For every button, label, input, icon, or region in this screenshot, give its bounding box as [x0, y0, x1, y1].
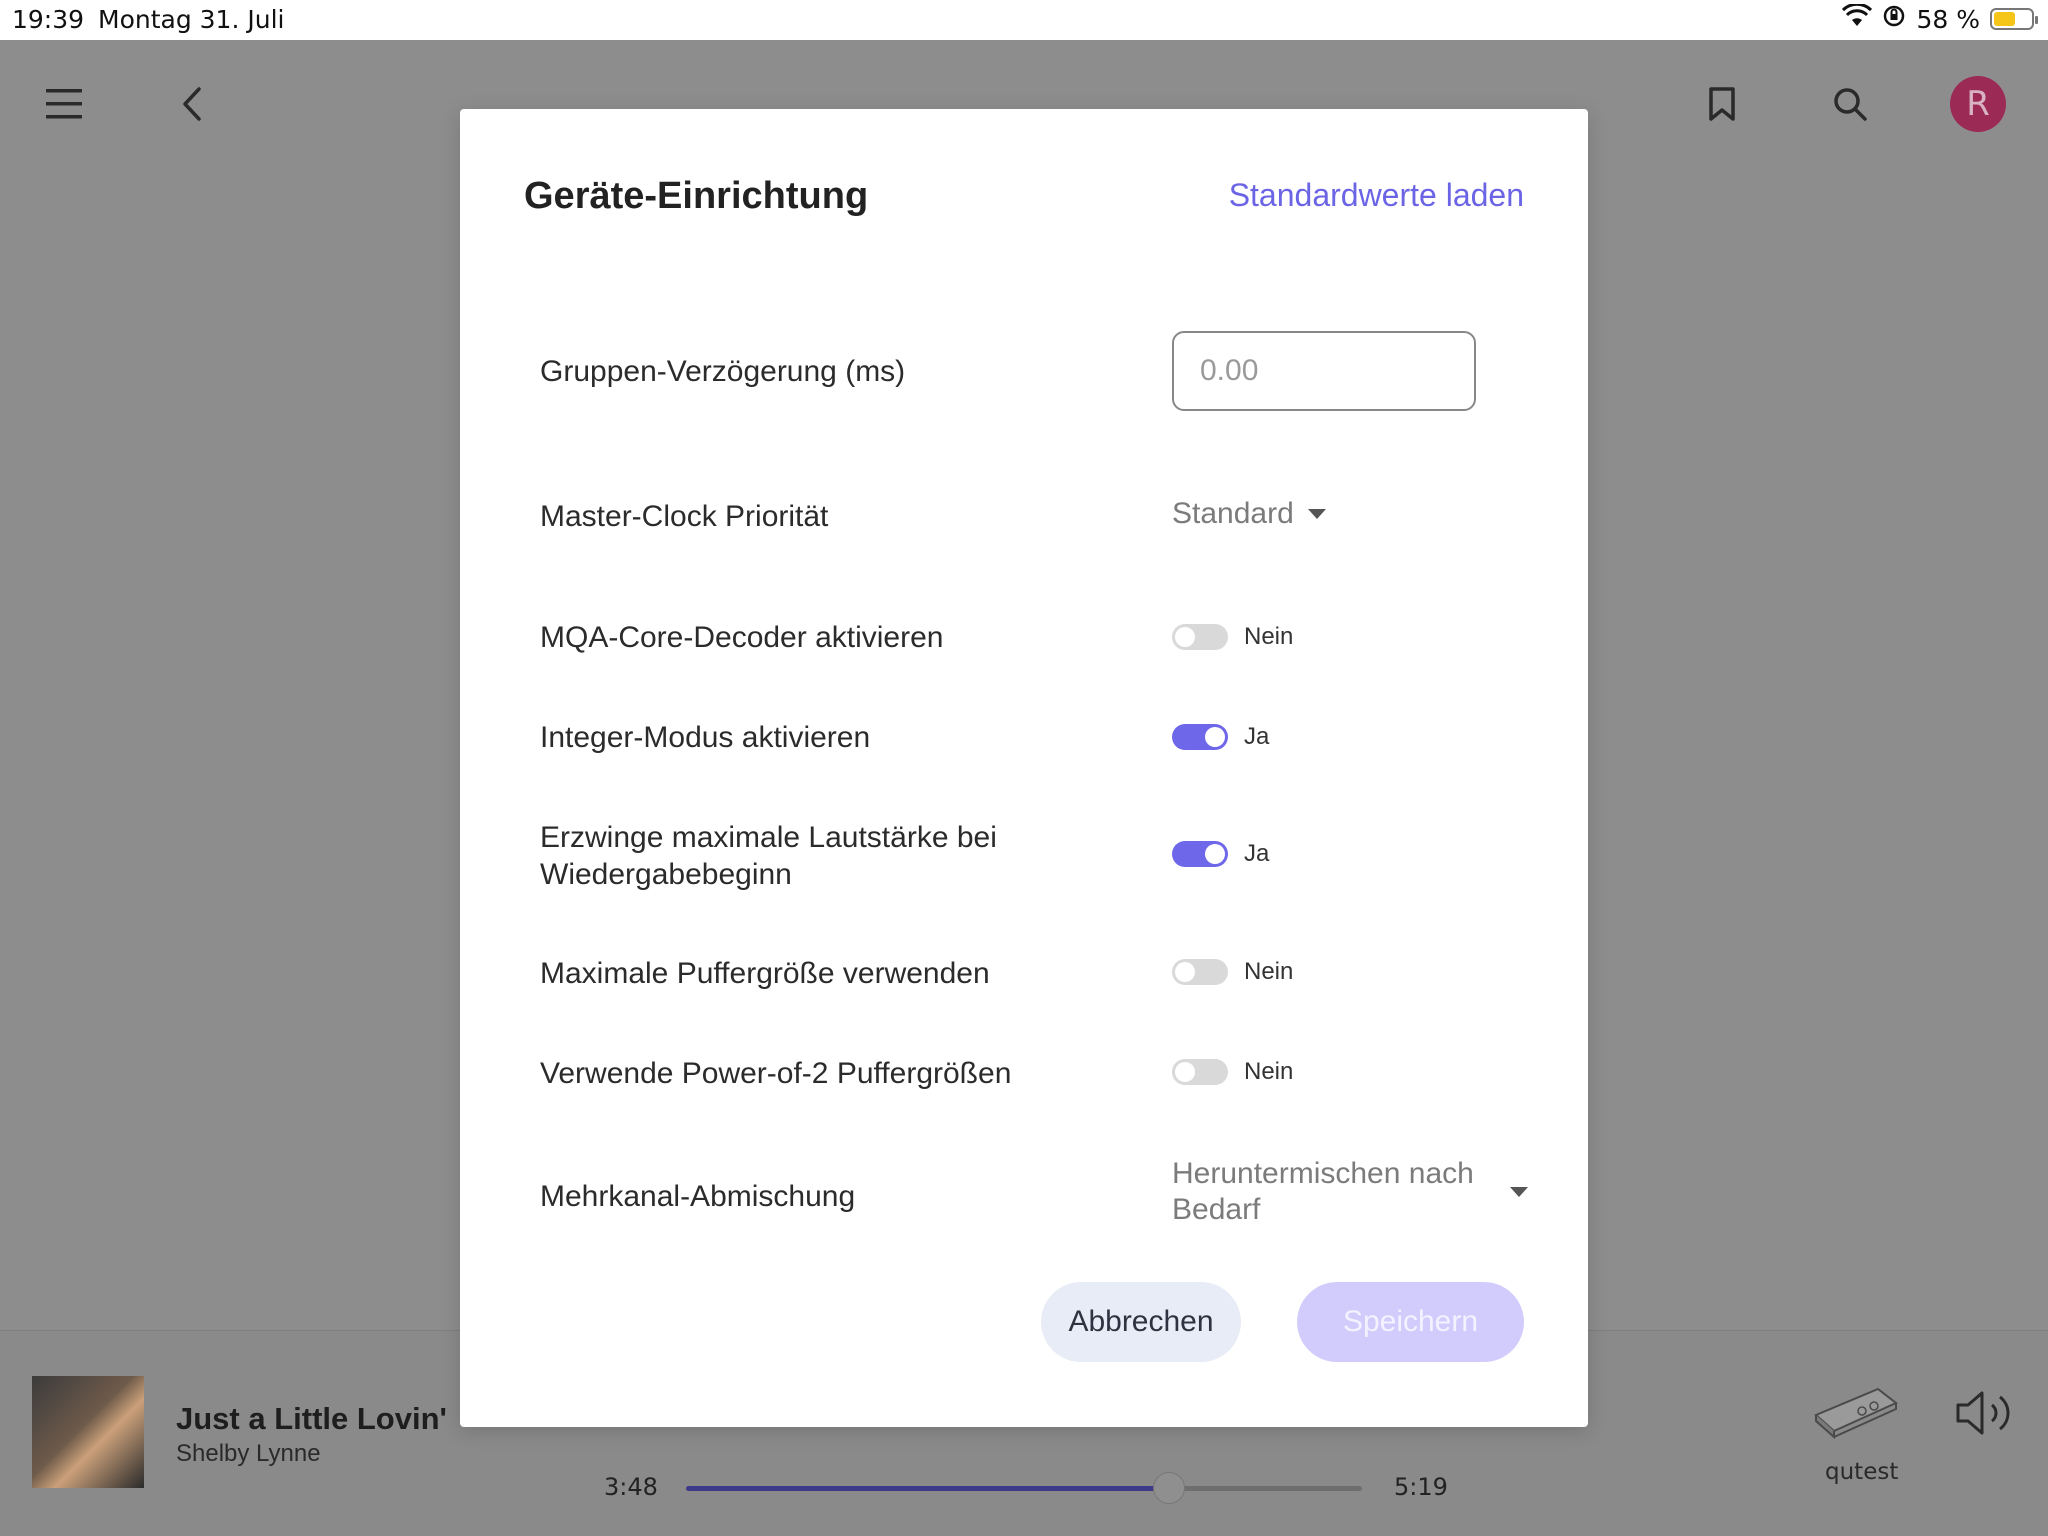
toggle-label-mqa: MQA-Core-Decoder aktivieren	[540, 621, 944, 654]
toggle-label-power-of-2: Verwende Power-of-2 Puffergrößen	[540, 1057, 1012, 1090]
toggle-label-max-volume: Erzwinge maximale Lautstärke bei Wiederg…	[540, 821, 997, 891]
downmix-select[interactable]: Heruntermischen nach Bedarf	[1172, 1156, 1528, 1228]
chevron-down-icon	[1307, 509, 1326, 519]
toggle-knob	[1175, 627, 1195, 647]
battery-icon	[1990, 8, 2038, 30]
toggle-label-integer: Integer-Modus aktivieren	[540, 721, 871, 754]
total-time: 5:19	[1394, 1473, 1448, 1501]
status-date: Montag 31. Juli	[98, 5, 285, 34]
current-time: 3:48	[604, 1473, 658, 1501]
toggle-knob	[1175, 1062, 1195, 1082]
status-time: 19:39	[12, 5, 85, 34]
status-indicators: 58 %	[1842, 2, 2038, 34]
toggle-row-max-buffer: Nein	[1172, 958, 1293, 986]
toggle-row-power-of-2: Nein	[1172, 1058, 1293, 1086]
max-volume-toggle[interactable]	[1172, 841, 1228, 867]
chevron-down-icon	[1510, 1187, 1528, 1197]
max-buffer-toggle[interactable]	[1172, 959, 1228, 985]
toggle-knob	[1205, 844, 1225, 864]
downmix-value: Heruntermischen nach Bedarf	[1172, 1157, 1474, 1226]
master-clock-label: Master-Clock Priorität	[540, 500, 829, 533]
track-title[interactable]: Just a Little Lovin'	[176, 1401, 447, 1437]
downmix-label: Mehrkanal-Abmischung	[540, 1180, 856, 1213]
dac-device-icon[interactable]	[1812, 1381, 1900, 1441]
mqa-decoder-toggle[interactable]	[1172, 624, 1228, 650]
load-defaults-link[interactable]: Standardwerte laden	[1229, 177, 1524, 214]
toggle-state-text: Ja	[1244, 723, 1270, 750]
group-delay-label: Gruppen-Verzögerung (ms)	[540, 355, 906, 388]
toggle-knob	[1205, 727, 1225, 747]
orientation-lock-icon	[1882, 4, 1906, 34]
master-clock-select[interactable]: Standard	[1172, 497, 1326, 531]
progress-fill	[686, 1486, 1169, 1491]
track-artist[interactable]: Shelby Lynne	[176, 1440, 321, 1468]
master-clock-value: Standard	[1172, 497, 1294, 530]
album-cover[interactable]	[32, 1376, 144, 1488]
toggle-row-mqa: Nein	[1172, 623, 1293, 651]
toggle-row-max-volume: Ja	[1172, 840, 1269, 868]
battery-percent: 58 %	[1916, 4, 1980, 34]
toggle-state-text: Nein	[1244, 1058, 1294, 1085]
toggle-label-max-buffer: Maximale Puffergröße verwenden	[540, 957, 990, 990]
cancel-button[interactable]: Abbrechen	[1041, 1282, 1241, 1362]
progress-bar[interactable]	[686, 1472, 1362, 1504]
power-of-2-buffer-toggle[interactable]	[1172, 1059, 1228, 1085]
integer-mode-toggle[interactable]	[1172, 724, 1228, 750]
volume-icon[interactable]	[1954, 1385, 2018, 1441]
progress-handle[interactable]	[1152, 1472, 1185, 1504]
toggle-row-integer: Ja	[1172, 723, 1269, 751]
search-icon[interactable]	[1822, 76, 1878, 132]
device-name[interactable]: qutest	[1825, 1459, 1898, 1485]
group-delay-input[interactable]	[1172, 331, 1476, 411]
back-chevron-icon[interactable]	[164, 76, 220, 132]
toggle-knob	[1175, 962, 1195, 982]
save-button[interactable]: Speichern	[1297, 1282, 1524, 1362]
status-bar: 19:39 Montag 31. Juli 58 %	[0, 0, 2048, 40]
bookmark-icon[interactable]	[1694, 76, 1750, 132]
battery-level	[1994, 12, 2015, 26]
hamburger-menu-icon[interactable]	[36, 76, 92, 132]
wifi-icon	[1842, 2, 1873, 34]
avatar[interactable]: R	[1950, 76, 2006, 132]
toggle-state-text: Nein	[1244, 958, 1294, 985]
dialog-title: Geräte-Einrichtung	[524, 175, 869, 217]
toggle-state-text: Nein	[1244, 623, 1294, 650]
device-setup-dialog: Geräte-Einrichtung Standardwerte laden G…	[460, 109, 1588, 1427]
toggle-state-text: Ja	[1244, 840, 1270, 867]
